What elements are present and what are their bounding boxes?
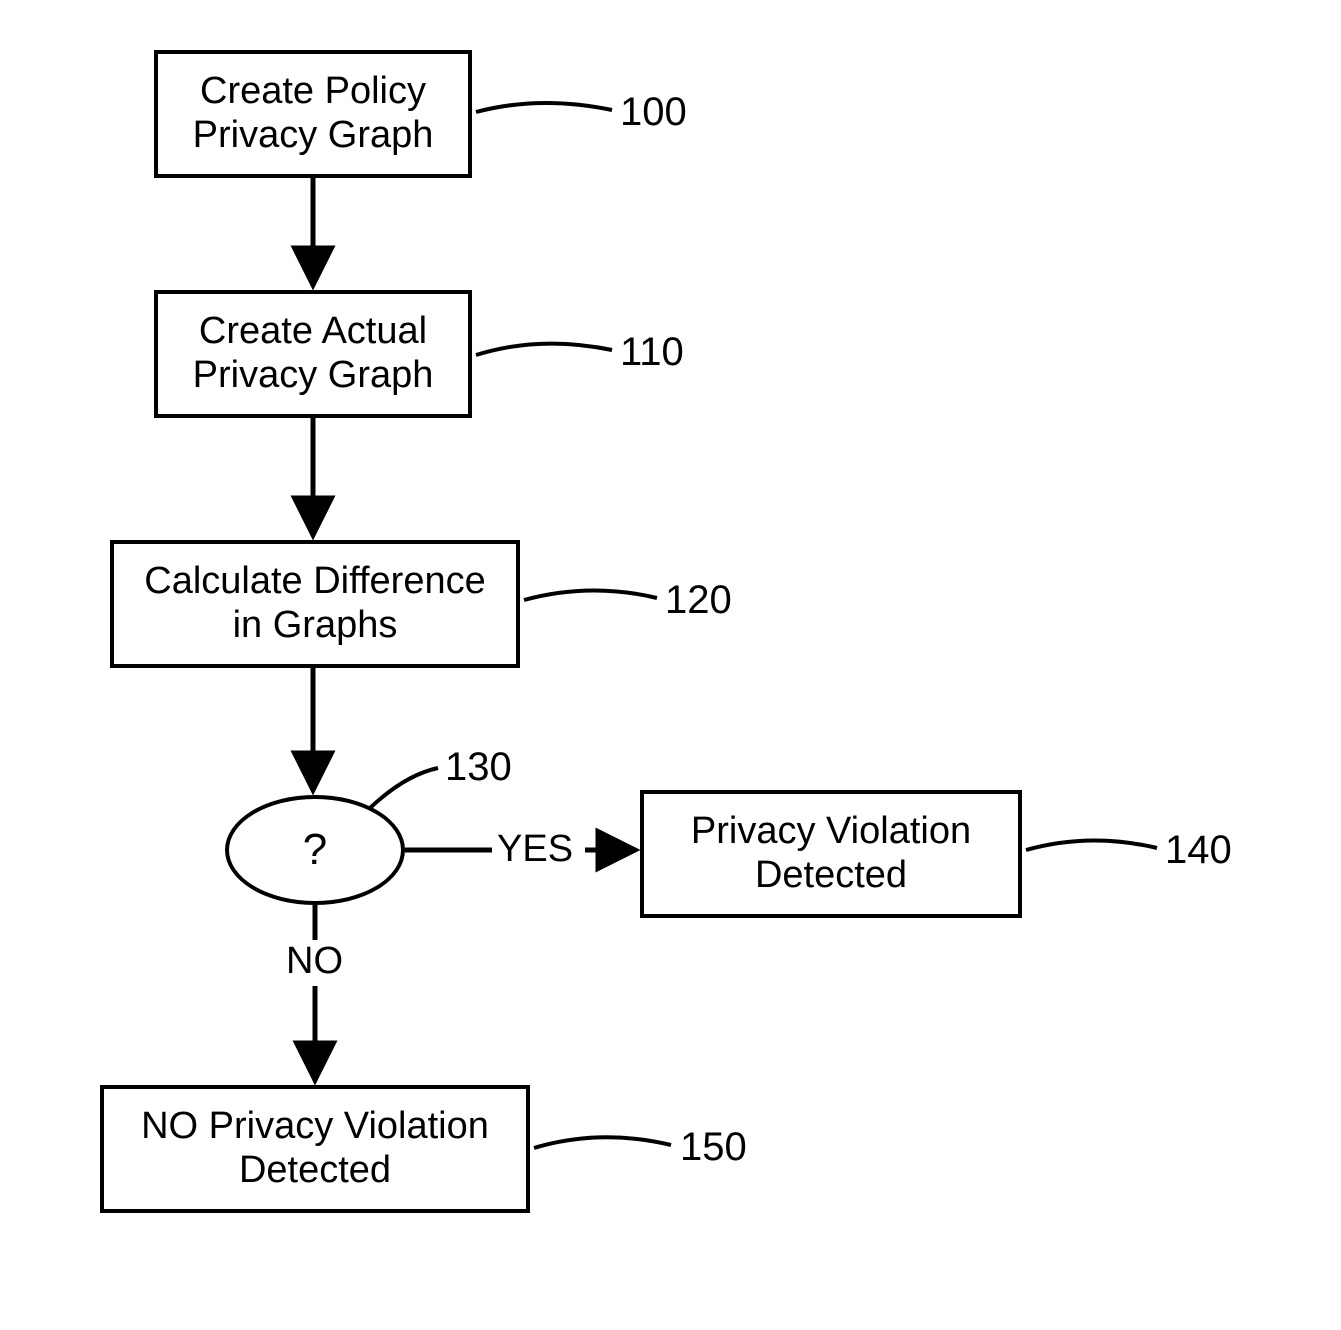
- text-line: Detected: [691, 854, 971, 898]
- text-line: Calculate Difference: [144, 560, 485, 604]
- step-calculate-difference: Calculate Difference in Graphs: [110, 540, 520, 668]
- edge-label-yes: YES: [497, 828, 573, 871]
- text-line: Create Policy: [193, 70, 434, 114]
- text-line: Detected: [141, 1149, 489, 1193]
- step-create-policy-graph: Create Policy Privacy Graph: [154, 50, 472, 178]
- edge-label-no: NO: [286, 940, 343, 983]
- decision-node: ?: [225, 795, 405, 905]
- ref-label-120: 120: [665, 578, 732, 623]
- ref-label-100: 100: [620, 90, 687, 135]
- step-create-actual-graph: Create Actual Privacy Graph: [154, 290, 472, 418]
- text-line: in Graphs: [144, 604, 485, 648]
- step-no-privacy-violation-detected: NO Privacy Violation Detected: [100, 1085, 530, 1213]
- flowchart-canvas: Create Policy Privacy Graph Create Actua…: [0, 0, 1341, 1330]
- ref-label-150: 150: [680, 1125, 747, 1170]
- step-privacy-violation-detected: Privacy Violation Detected: [640, 790, 1022, 918]
- ref-label-140: 140: [1165, 828, 1232, 873]
- text-line: Privacy Graph: [193, 114, 434, 158]
- text-line: NO Privacy Violation: [141, 1105, 489, 1149]
- ref-label-110: 110: [620, 330, 684, 375]
- ref-label-130: 130: [445, 745, 512, 790]
- decision-text: ?: [303, 825, 327, 875]
- text-line: Privacy Violation: [691, 810, 971, 854]
- text-line: Privacy Graph: [193, 354, 434, 398]
- text-line: Create Actual: [193, 310, 434, 354]
